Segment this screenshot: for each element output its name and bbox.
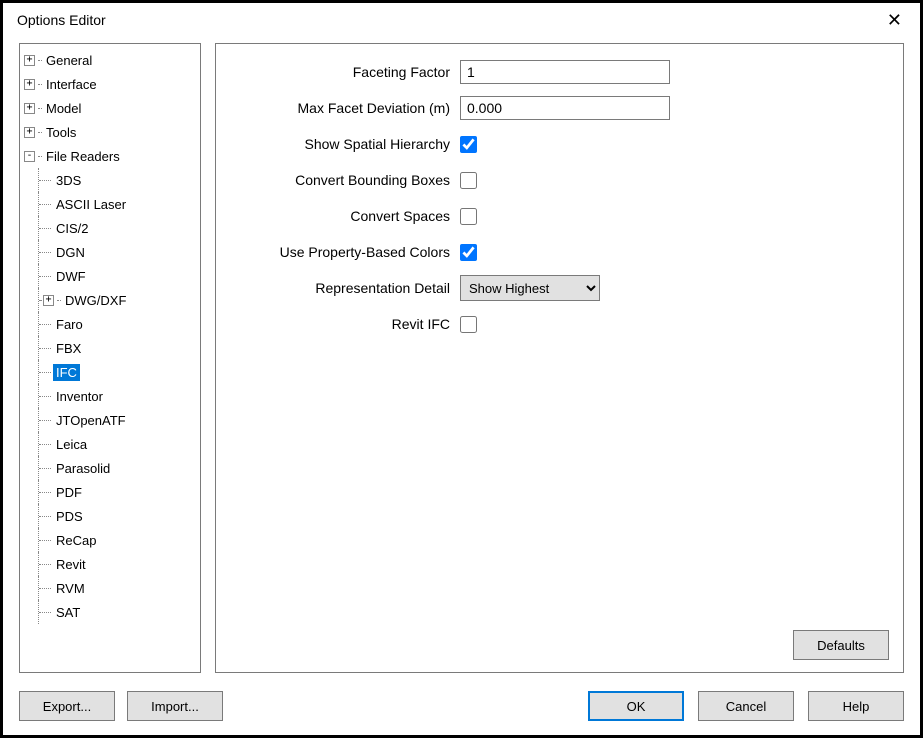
tree-label: PDS (53, 508, 86, 525)
label-use-property-based-colors: Use Property-Based Colors (222, 244, 460, 260)
tree-label: SAT (53, 604, 83, 621)
tree-item-dwf[interactable]: DWF (24, 264, 200, 288)
tree-item-cis2[interactable]: CIS/2 (24, 216, 200, 240)
label-show-spatial-hierarchy: Show Spatial Hierarchy (222, 136, 460, 152)
tree-item-tools[interactable]: + Tools (24, 120, 200, 144)
options-editor-window: Options Editor ✕ + General + Interface +… (0, 0, 923, 738)
tree-label: PDF (53, 484, 85, 501)
select-representation-detail[interactable]: Show Highest (460, 275, 600, 301)
tree-label: Model (43, 100, 84, 117)
tree-item-pds[interactable]: PDS (24, 504, 200, 528)
window-title: Options Editor (17, 12, 106, 28)
help-button[interactable]: Help (808, 691, 904, 721)
row-use-property-based-colors: Use Property-Based Colors (222, 234, 889, 270)
tree-item-ascii-laser[interactable]: ASCII Laser (24, 192, 200, 216)
tree-label: IFC (53, 364, 80, 381)
export-button[interactable]: Export... (19, 691, 115, 721)
checkbox-convert-bounding-boxes[interactable] (460, 172, 477, 189)
cancel-button[interactable]: Cancel (698, 691, 794, 721)
tree-label: DGN (53, 244, 88, 261)
checkbox-show-spatial-hierarchy[interactable] (460, 136, 477, 153)
tree-label: Interface (43, 76, 100, 93)
label-representation-detail: Representation Detail (222, 280, 460, 296)
collapse-icon[interactable]: - (24, 151, 35, 162)
tree-item-interface[interactable]: + Interface (24, 72, 200, 96)
tree-item-recap[interactable]: ReCap (24, 528, 200, 552)
tree-label: Faro (53, 316, 86, 333)
settings-form: Faceting Factor Max Facet Deviation (m) … (222, 54, 889, 630)
row-revit-ifc: Revit IFC (222, 306, 889, 342)
checkbox-convert-spaces[interactable] (460, 208, 477, 225)
tree-label: 3DS (53, 172, 84, 189)
tree-item-file-readers[interactable]: - File Readers (24, 144, 200, 168)
row-convert-bounding-boxes: Convert Bounding Boxes (222, 162, 889, 198)
tree-item-inventor[interactable]: Inventor (24, 384, 200, 408)
tree-item-revit[interactable]: Revit (24, 552, 200, 576)
input-faceting-factor[interactable] (460, 60, 670, 84)
import-button[interactable]: Import... (127, 691, 223, 721)
expand-icon[interactable]: + (24, 103, 35, 114)
tree-label: FBX (53, 340, 84, 357)
row-show-spatial-hierarchy: Show Spatial Hierarchy (222, 126, 889, 162)
tree-label: ReCap (53, 532, 99, 549)
tree-item-3ds[interactable]: 3DS (24, 168, 200, 192)
checkbox-revit-ifc[interactable] (460, 316, 477, 333)
row-faceting-factor: Faceting Factor (222, 54, 889, 90)
tree-item-fbx[interactable]: FBX (24, 336, 200, 360)
tree-item-leica[interactable]: Leica (24, 432, 200, 456)
label-faceting-factor: Faceting Factor (222, 64, 460, 80)
row-convert-spaces: Convert Spaces (222, 198, 889, 234)
defaults-row: Defaults (222, 630, 889, 662)
titlebar: Options Editor ✕ (3, 3, 920, 39)
tree-label: CIS/2 (53, 220, 92, 237)
category-tree-scroll[interactable]: + General + Interface + Model + Tools - (20, 44, 200, 672)
tree-item-rvm[interactable]: RVM (24, 576, 200, 600)
tree-label: DWF (53, 268, 89, 285)
tree-label: Revit (53, 556, 89, 573)
tree-label: ASCII Laser (53, 196, 129, 213)
label-max-facet-deviation: Max Facet Deviation (m) (222, 100, 460, 116)
tree-label: Parasolid (53, 460, 113, 477)
tree-label: DWG/DXF (62, 292, 129, 309)
tree-label: JTOpenATF (53, 412, 129, 429)
row-representation-detail: Representation Detail Show Highest (222, 270, 889, 306)
tree-label: RVM (53, 580, 88, 597)
tree-label: File Readers (43, 148, 123, 165)
expand-icon[interactable]: + (43, 295, 54, 306)
tree-item-dwg-dxf[interactable]: + DWG/DXF (24, 288, 200, 312)
checkbox-use-property-based-colors[interactable] (460, 244, 477, 261)
defaults-button[interactable]: Defaults (793, 630, 889, 660)
label-convert-spaces: Convert Spaces (222, 208, 460, 224)
tree-item-parasolid[interactable]: Parasolid (24, 456, 200, 480)
row-max-facet-deviation: Max Facet Deviation (m) (222, 90, 889, 126)
footer: Export... Import... OK Cancel Help (3, 681, 920, 735)
tree-item-jtopenatf[interactable]: JTOpenATF (24, 408, 200, 432)
tree-item-general[interactable]: + General (24, 48, 200, 72)
close-icon[interactable]: ✕ (881, 11, 908, 29)
tree-label: Tools (43, 124, 79, 141)
label-revit-ifc: Revit IFC (222, 316, 460, 332)
tree-item-dgn[interactable]: DGN (24, 240, 200, 264)
tree-label: General (43, 52, 95, 69)
tree-item-sat[interactable]: SAT (24, 600, 200, 624)
tree-item-faro[interactable]: Faro (24, 312, 200, 336)
settings-panel: Faceting Factor Max Facet Deviation (m) … (215, 43, 904, 673)
expand-icon[interactable]: + (24, 127, 35, 138)
category-tree-panel: + General + Interface + Model + Tools - (19, 43, 201, 673)
tree-item-model[interactable]: + Model (24, 96, 200, 120)
tree-label: Leica (53, 436, 90, 453)
tree-item-pdf[interactable]: PDF (24, 480, 200, 504)
tree-item-ifc[interactable]: IFC (24, 360, 200, 384)
input-max-facet-deviation[interactable] (460, 96, 670, 120)
content-area: + General + Interface + Model + Tools - (3, 39, 920, 681)
expand-icon[interactable]: + (24, 79, 35, 90)
expand-icon[interactable]: + (24, 55, 35, 66)
label-convert-bounding-boxes: Convert Bounding Boxes (222, 172, 460, 188)
ok-button[interactable]: OK (588, 691, 684, 721)
tree-label: Inventor (53, 388, 106, 405)
